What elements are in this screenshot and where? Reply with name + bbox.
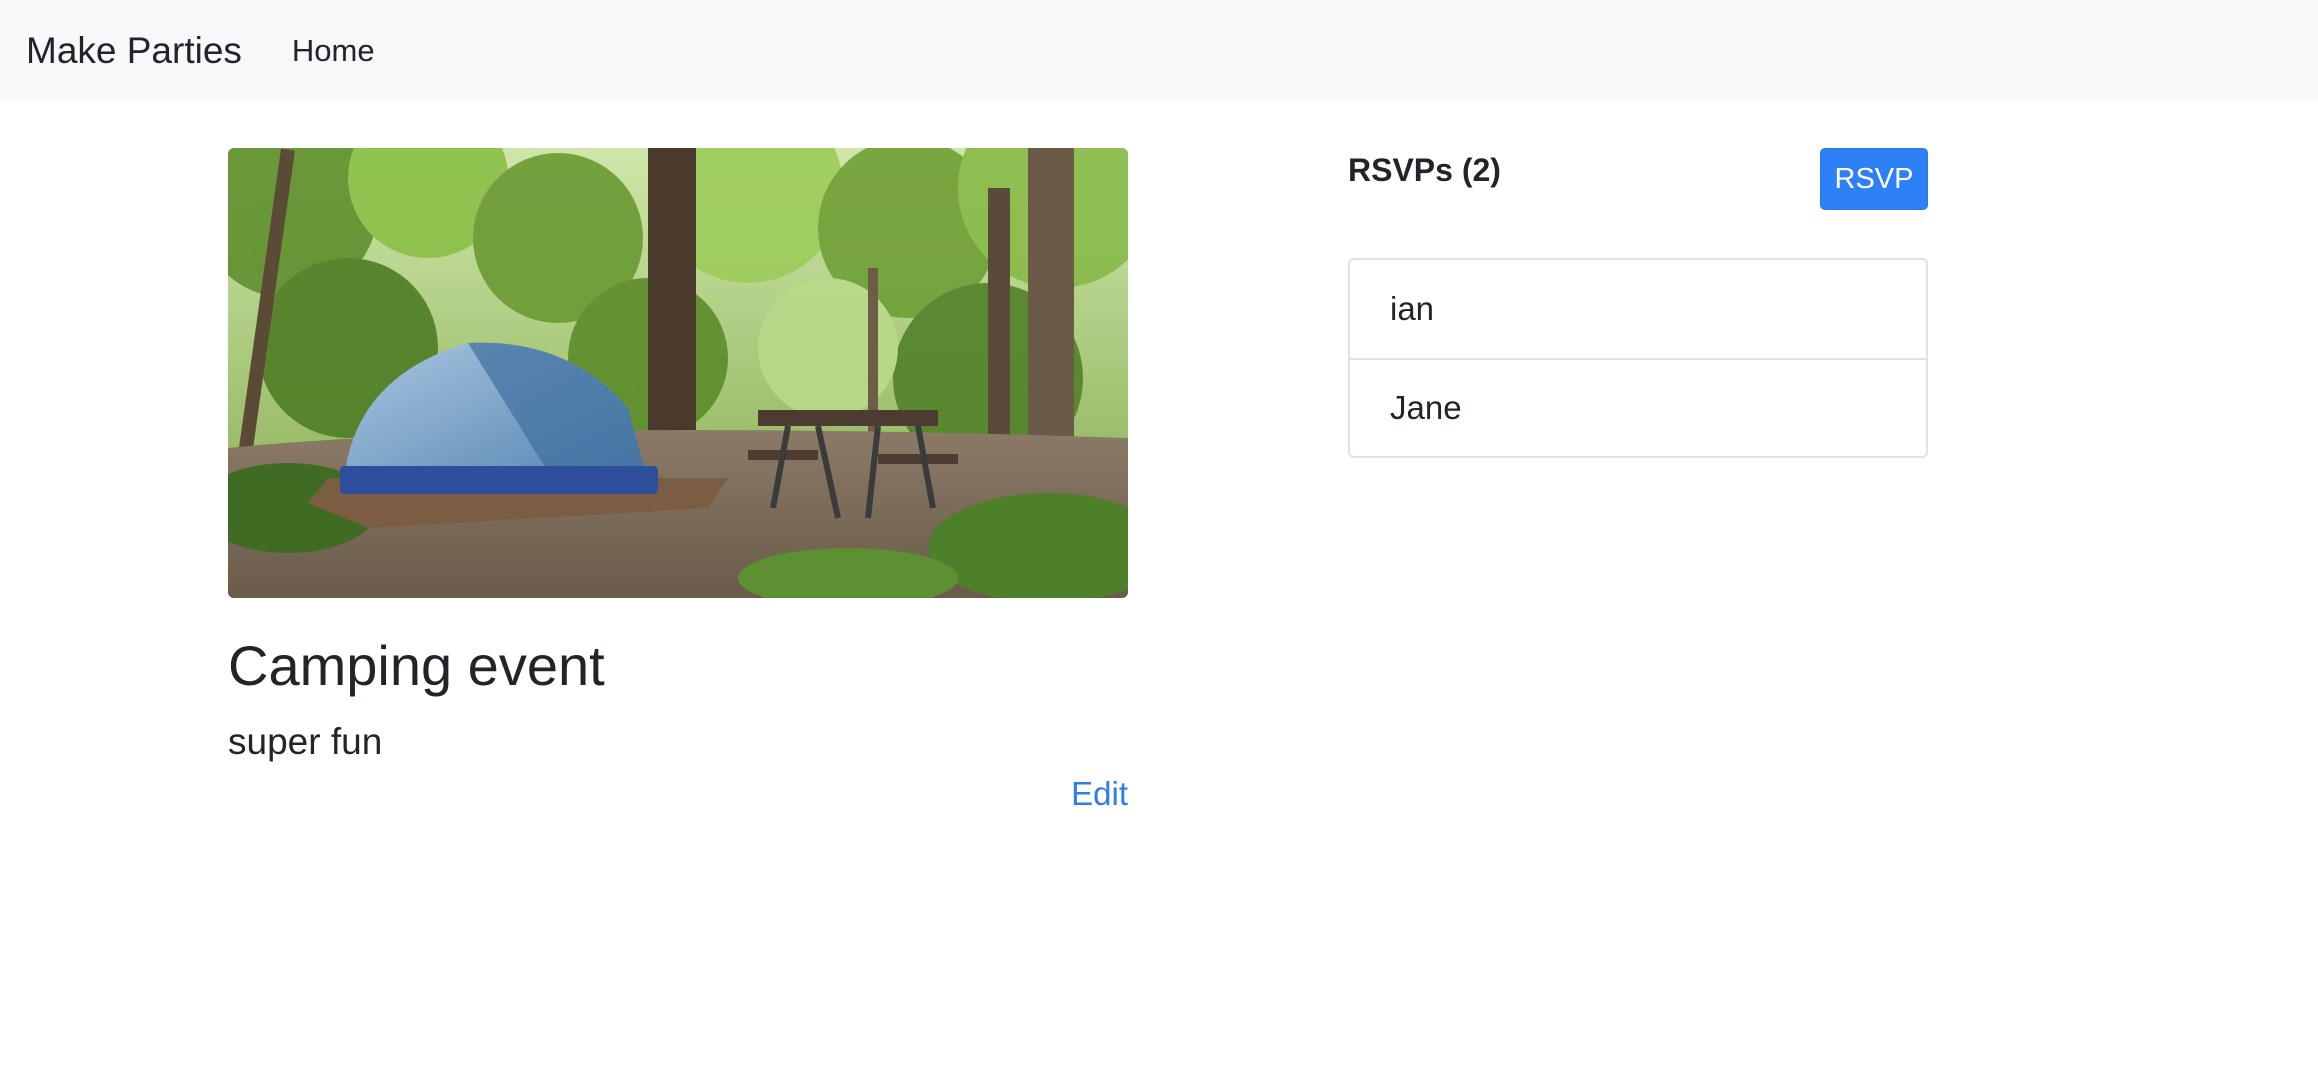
navbar: Make Parties Home: [0, 0, 2318, 101]
nav-link-home[interactable]: Home: [292, 33, 375, 69]
event-description: super fun: [228, 721, 383, 762]
rsvp-list: ian Jane: [1348, 258, 1928, 458]
brand-link[interactable]: Make Parties: [26, 30, 242, 72]
rsvps-heading: RSVPs (2): [1348, 152, 1501, 188]
camping-photo: [228, 148, 1128, 598]
event-image: [228, 148, 1128, 598]
edit-link[interactable]: Edit: [1071, 775, 1128, 813]
rsvp-button[interactable]: RSVP: [1820, 148, 1928, 210]
rsvp-list-item: ian: [1390, 290, 1435, 327]
rsvp-list-item: Jane: [1350, 358, 1926, 456]
event-title: Camping event: [228, 634, 605, 697]
